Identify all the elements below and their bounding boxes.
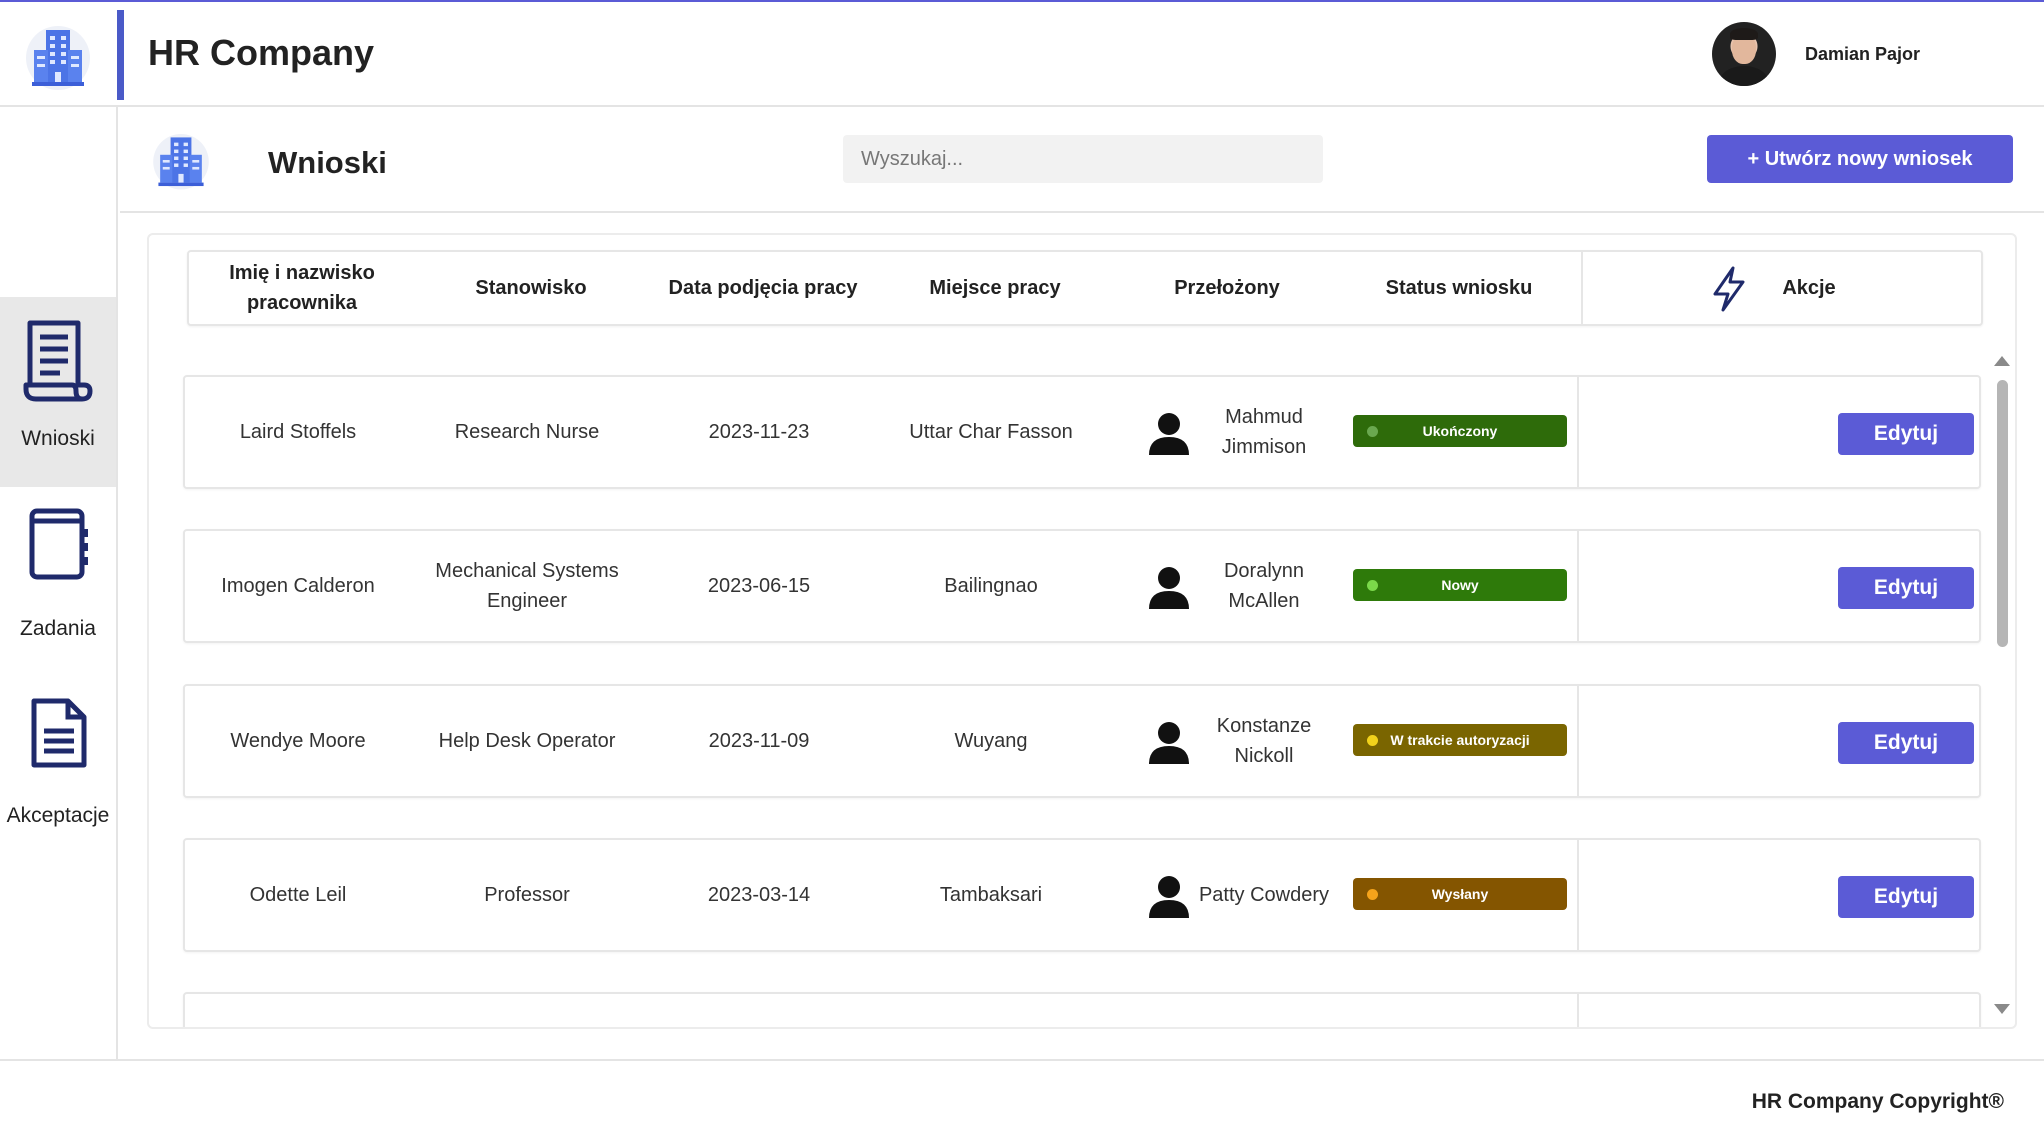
workplace-cell: Uttar Char Fasson xyxy=(909,421,1073,443)
column-header-position: Stanowisko xyxy=(475,277,587,299)
table-header: Imię i nazwisko pracownika Stanowisko Da… xyxy=(187,250,1983,326)
sidebar: Wnioski Zadania Akceptacje xyxy=(0,107,118,1061)
header-separator xyxy=(1581,252,1583,324)
status-dot xyxy=(1367,426,1378,437)
supervisor-cell: Patty Cowdery xyxy=(1198,884,1330,906)
person-icon xyxy=(1149,722,1189,764)
supervisor-cell: Doralynn McAllen xyxy=(1223,560,1305,612)
column-header-start-date: Data podjęcia pracy xyxy=(668,277,858,299)
start-date-cell: 2023-06-15 xyxy=(707,575,811,597)
user-avatar[interactable] xyxy=(1712,22,1776,86)
workplace-cell: Bailingnao xyxy=(944,575,1038,597)
scroll-down-arrow[interactable] xyxy=(1994,1004,2010,1014)
table-row: Laird Stoffels Research Nurse 2023-11-23… xyxy=(183,375,1981,489)
header-divider xyxy=(117,10,124,100)
column-header-workplace: Miejsce pracy xyxy=(929,277,1061,299)
position-cell: Professor xyxy=(484,884,570,906)
row-separator xyxy=(1577,686,1579,796)
scroll-up-arrow[interactable] xyxy=(1994,356,2010,366)
person-icon xyxy=(1149,876,1189,918)
workplace-cell: Wuyang xyxy=(954,730,1028,752)
sidebar-item-akceptacje[interactable]: Akceptacje xyxy=(0,677,116,867)
document-scroll-icon xyxy=(23,320,93,402)
app-header: HR Company Damian Pajor xyxy=(0,2,2044,107)
status-badge: Ukończony xyxy=(1353,415,1567,447)
app-title: HR Company xyxy=(148,32,375,73)
start-date-cell: 2023-11-09 xyxy=(708,730,810,752)
workplace-cell: Tambaksari xyxy=(939,884,1043,906)
status-dot xyxy=(1367,889,1378,900)
column-header-supervisor: Przełożony xyxy=(1174,277,1280,299)
sidebar-item-label: Akceptacje xyxy=(6,804,110,827)
sidebar-item-label: Wnioski xyxy=(21,427,95,450)
employee-name: Wendye Moore xyxy=(230,730,366,752)
status-dot xyxy=(1367,735,1378,746)
column-header-status: Status wniosku xyxy=(1385,277,1533,299)
edit-button[interactable]: Edytuj xyxy=(1838,413,1974,455)
start-date-cell: 2023-03-14 xyxy=(707,884,811,906)
status-label: Ukończony xyxy=(1422,423,1498,439)
row-separator xyxy=(1577,840,1579,950)
user-name[interactable]: Damian Pajor xyxy=(1805,44,1920,65)
person-icon xyxy=(1149,413,1189,455)
person-icon xyxy=(1149,567,1189,609)
sidebar-item-zadania[interactable]: Zadania xyxy=(0,487,116,677)
column-header-actions: Akcje xyxy=(1782,277,1836,299)
start-date-cell: 2023-11-23 xyxy=(708,421,810,443)
building-icon xyxy=(153,133,209,190)
column-header-employee: Imię i nazwisko pracownika xyxy=(229,262,375,314)
status-label: Nowy xyxy=(1441,577,1479,593)
building-logo-icon xyxy=(26,26,90,90)
create-request-button[interactable]: + Utwórz nowy wniosek xyxy=(1707,135,2013,183)
file-lines-icon xyxy=(31,698,87,768)
sidebar-item-label: Zadania xyxy=(20,617,96,640)
requests-table: Imię i nazwisko pracownika Stanowisko Da… xyxy=(147,233,2017,1029)
lightning-icon xyxy=(1713,266,1745,312)
employee-name: Odette Leil xyxy=(249,884,347,906)
position-cell: Help Desk Operator xyxy=(438,730,616,752)
supervisor-cell: Mahmud Jimmison xyxy=(1221,406,1307,458)
status-dot xyxy=(1367,580,1378,591)
edit-button[interactable]: Edytuj xyxy=(1838,722,1974,764)
search-input[interactable] xyxy=(843,135,1323,183)
position-cell: Research Nurse xyxy=(454,421,600,443)
page-title: Wnioski xyxy=(268,145,387,180)
row-separator xyxy=(1577,531,1579,641)
row-separator xyxy=(1577,377,1579,487)
scrollbar-thumb[interactable] xyxy=(1997,380,2008,647)
status-badge: Wysłany xyxy=(1353,878,1567,910)
status-badge: Nowy xyxy=(1353,569,1567,601)
row-separator xyxy=(1577,994,1579,1027)
notebook-icon xyxy=(29,508,88,580)
sidebar-item-wnioski[interactable]: Wnioski xyxy=(0,297,116,487)
employee-name: Imogen Calderon xyxy=(221,575,375,597)
table-row: Odette Leil Professor 2023-03-14 Tambaks… xyxy=(183,838,1981,952)
position-cell: Mechanical Systems Engineer xyxy=(435,560,619,612)
edit-button[interactable]: Edytuj xyxy=(1838,876,1974,918)
table-row: Imogen Calderon Mechanical Systems Engin… xyxy=(183,529,1981,643)
table-row xyxy=(183,992,1981,1027)
status-label: W trakcie autoryzacji xyxy=(1390,732,1530,748)
status-badge: W trakcie autoryzacji xyxy=(1353,724,1567,756)
table-row: Wendye Moore Help Desk Operator 2023-11-… xyxy=(183,684,1981,798)
edit-button[interactable]: Edytuj xyxy=(1838,567,1974,609)
footer-copyright: HR Company Copyright® xyxy=(1751,1090,2004,1113)
employee-name: Laird Stoffels xyxy=(239,421,357,443)
status-label: Wysłany xyxy=(1431,886,1489,902)
page-header: Wnioski + Utwórz nowy wniosek xyxy=(120,107,2044,213)
supervisor-cell: Konstanze Nickoll xyxy=(1216,715,1312,767)
footer-divider xyxy=(0,1059,2044,1061)
